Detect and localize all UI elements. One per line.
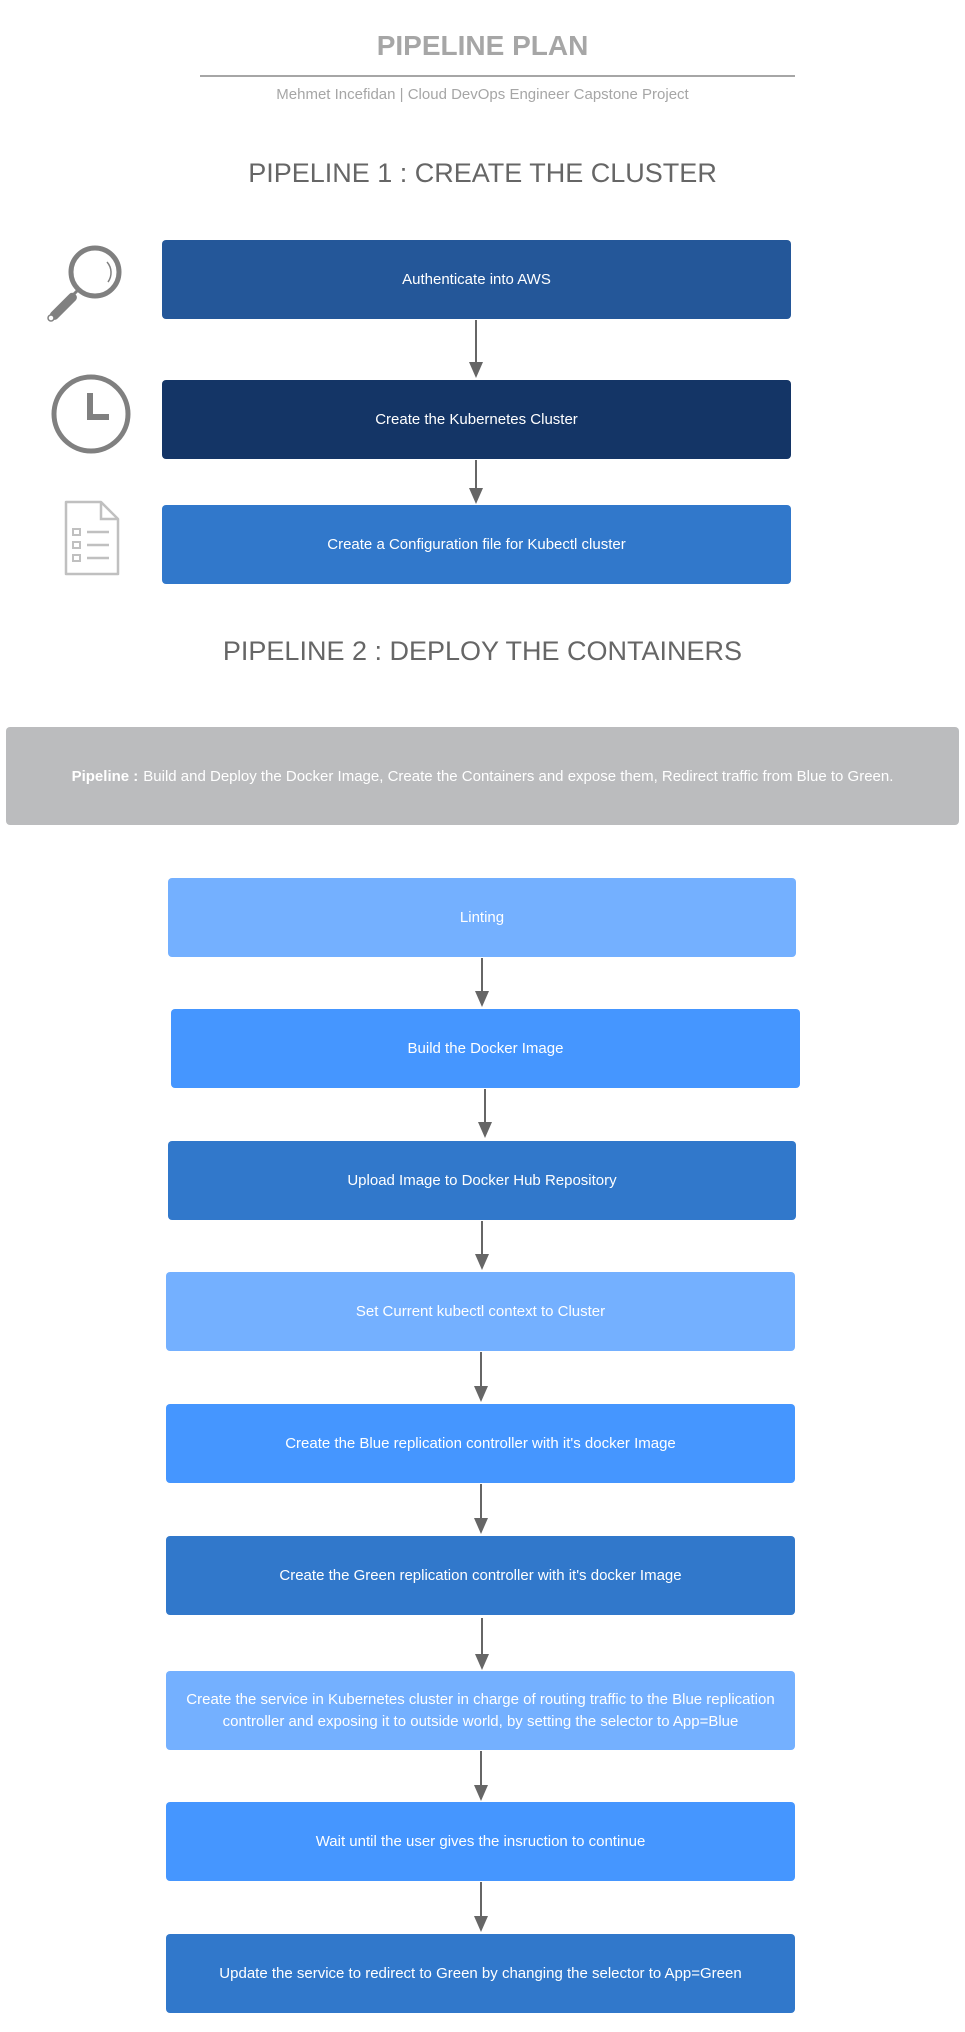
document-checklist-icon (63, 499, 121, 577)
pipeline-1-heading: PIPELINE 1 : CREATE THE CLUSTER (248, 158, 717, 188)
step-upload-docker-hub[interactable]: Upload Image to Docker Hub Repository (168, 1141, 796, 1220)
flow-arrow (474, 1751, 488, 1801)
step-create-green-rc[interactable]: Create the Green replication controller … (166, 1536, 795, 1615)
clock-icon (50, 373, 132, 455)
flow-arrow (475, 1221, 489, 1270)
step-create-blue-service[interactable]: Create the service in Kubernetes cluster… (166, 1671, 795, 1750)
banner-label: Pipeline : (71, 767, 139, 785)
step-wait-for-user[interactable]: Wait until the user gives the insruction… (166, 1802, 795, 1881)
pipeline-2-heading: PIPELINE 2 : DEPLOY THE CONTAINERS (222, 636, 743, 666)
step-set-kubectl-context[interactable]: Set Current kubectl context to Cluster (166, 1272, 795, 1351)
banner-text: Build and Deploy the Docker Image, Creat… (143, 767, 894, 785)
step-build-docker-image[interactable]: Build the Docker Image (171, 1009, 800, 1088)
flow-arrow (474, 1882, 488, 1932)
title-divider (200, 75, 795, 77)
pipeline-2-description: Pipeline : Build and Deploy the Docker I… (6, 727, 959, 825)
step-create-kubectl-config[interactable]: Create a Configuration file for Kubectl … (162, 505, 791, 584)
step-redirect-to-green[interactable]: Update the service to redirect to Green … (166, 1934, 795, 2013)
flow-arrow (475, 958, 489, 1007)
page-subtitle: Mehmet Incefidan | Cloud DevOps Engineer… (276, 86, 689, 103)
step-authenticate-aws[interactable]: Authenticate into AWS (162, 240, 791, 319)
page-title: PIPELINE PLAN (376, 30, 589, 61)
step-create-k8s-cluster[interactable]: Create the Kubernetes Cluster (162, 380, 791, 459)
flow-arrow (478, 1089, 492, 1138)
magnifier-icon (42, 240, 132, 330)
step-linting[interactable]: Linting (168, 878, 796, 957)
flow-arrow (474, 1352, 488, 1402)
flow-arrow (469, 460, 483, 504)
flow-arrow (474, 1484, 488, 1534)
flow-arrow (469, 320, 483, 378)
step-create-blue-rc[interactable]: Create the Blue replication controller w… (166, 1404, 795, 1483)
flow-arrow (475, 1618, 489, 1670)
